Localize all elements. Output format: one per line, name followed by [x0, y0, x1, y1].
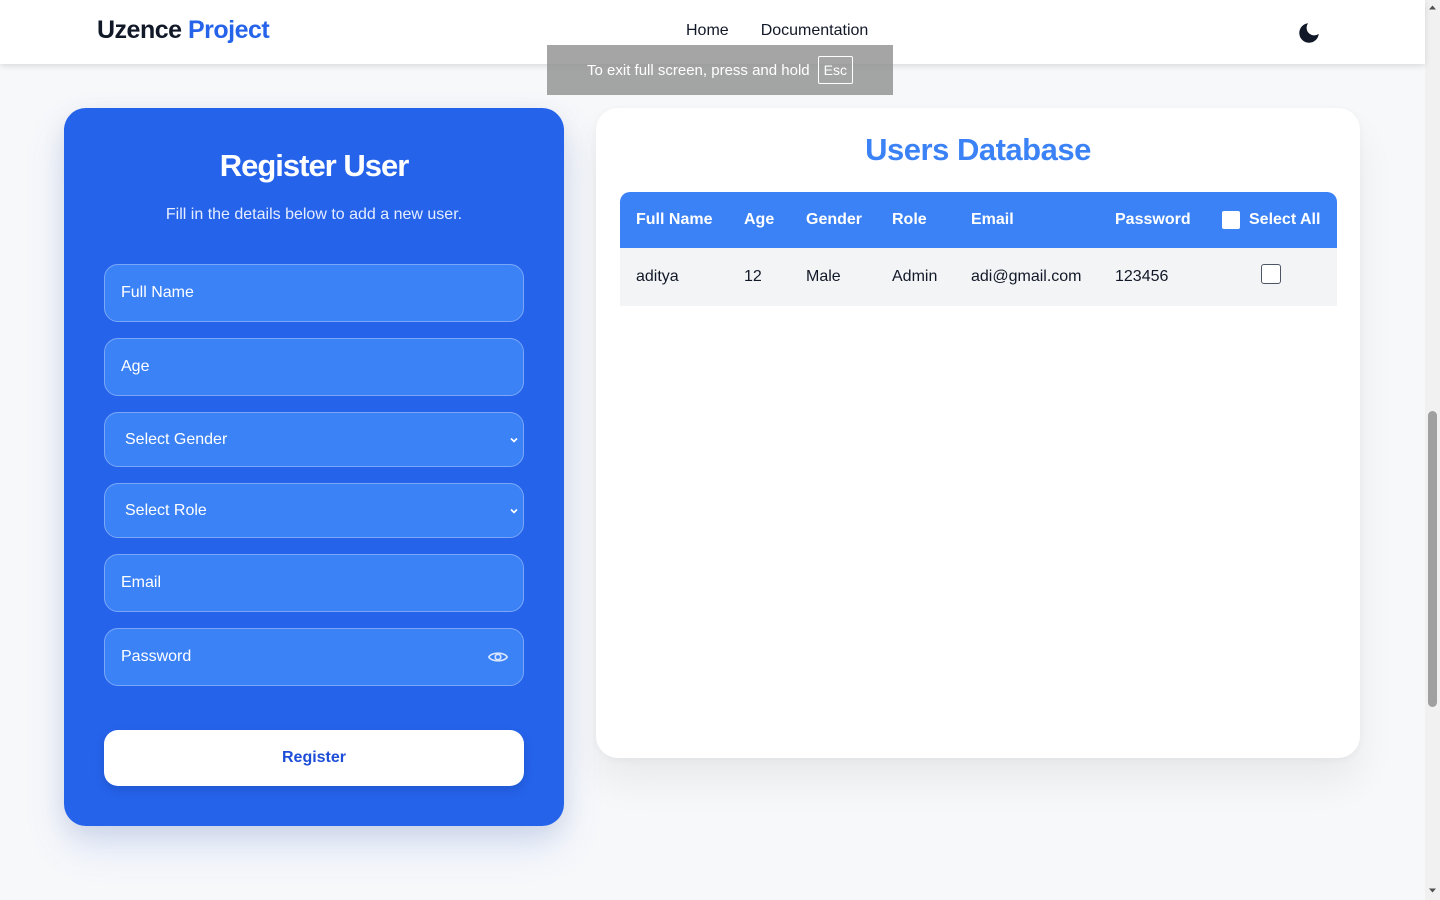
password-placeholder: Password — [121, 648, 192, 665]
scroll-up-arrow-icon[interactable] — [1428, 3, 1437, 12]
table-row: aditya 12 Male Admin adi@gmail.com 12345… — [620, 248, 1337, 306]
select-all-label: Select All — [1249, 211, 1321, 228]
register-title: Register User — [219, 148, 410, 183]
role-selected-value: Select Role — [125, 501, 207, 519]
row-select-checkbox[interactable] — [1261, 264, 1281, 284]
cell-age: 12 — [744, 268, 762, 285]
page-scrollbar[interactable] — [1425, 0, 1440, 900]
column-header-age[interactable]: Age — [744, 192, 774, 248]
chevron-down-icon — [510, 437, 518, 443]
cell-full-name: aditya — [636, 268, 679, 285]
role-select[interactable]: Select Role — [104, 483, 524, 538]
gender-selected-value: Select Gender — [125, 430, 228, 448]
database-title: Users Database — [865, 132, 1091, 167]
esc-key-hint: Esc — [817, 56, 853, 84]
cell-password: 123456 — [1115, 268, 1169, 285]
select-all-checkbox[interactable] — [1222, 211, 1240, 229]
register-button[interactable]: Register — [104, 730, 524, 786]
cell-email: adi@gmail.com — [971, 268, 1082, 285]
cell-gender: Male — [806, 268, 841, 285]
brand-logo[interactable]: Uzence Project — [97, 16, 270, 45]
register-user-card: Register User Fill in the details below … — [64, 108, 564, 826]
password-input[interactable]: Password — [104, 628, 524, 686]
full-name-placeholder: Full Name — [121, 284, 194, 301]
scrollbar-thumb[interactable] — [1428, 411, 1437, 707]
chevron-down-icon — [510, 508, 518, 514]
users-database-card: Users Database Full Name Age Gender Role… — [596, 108, 1360, 758]
column-header-password[interactable]: Password — [1115, 192, 1191, 248]
brand-accent: Project — [188, 16, 270, 44]
fullscreen-toast-text: To exit full screen, press and hold — [587, 61, 810, 79]
scroll-down-arrow-icon[interactable] — [1428, 886, 1437, 895]
moon-icon — [1299, 23, 1319, 43]
column-header-full-name[interactable]: Full Name — [636, 192, 712, 248]
age-placeholder: Age — [121, 358, 150, 375]
table-header: Full Name Age Gender Role Email Password… — [620, 192, 1337, 248]
eye-icon[interactable] — [487, 646, 509, 668]
column-header-gender[interactable]: Gender — [806, 192, 862, 248]
column-header-email[interactable]: Email — [971, 192, 1014, 248]
cell-role: Admin — [892, 268, 938, 285]
nav-documentation-link[interactable]: Documentation — [761, 22, 869, 40]
nav-home-link[interactable]: Home — [686, 22, 729, 40]
register-subtitle: Fill in the details below to add a new u… — [165, 206, 463, 223]
email-input[interactable]: Email — [104, 554, 524, 612]
full-name-input[interactable]: Full Name — [104, 264, 524, 322]
age-input[interactable]: Age — [104, 338, 524, 396]
gender-select[interactable]: Select Gender — [104, 412, 524, 467]
fullscreen-exit-toast: To exit full screen, press and hold Esc — [547, 45, 893, 95]
theme-toggle-button[interactable] — [1296, 20, 1322, 46]
email-placeholder: Email — [121, 574, 162, 591]
brand-name: Uzence — [97, 16, 182, 44]
column-header-role[interactable]: Role — [892, 192, 927, 248]
main-nav: Home Documentation — [686, 22, 868, 40]
